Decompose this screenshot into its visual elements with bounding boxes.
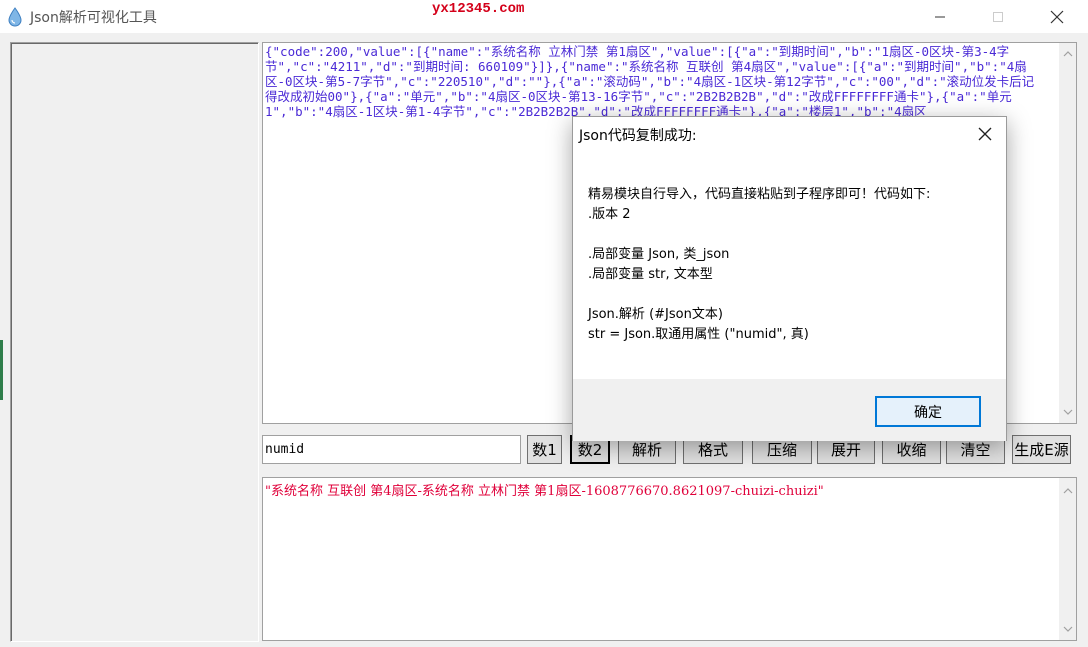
scroll-down-icon[interactable]	[1059, 620, 1076, 638]
dialog-message: 精易模块自行导入，代码直接粘贴到子程序即可！代码如下: .版本 2 .局部变量 …	[588, 185, 998, 345]
dialog-title: Json代码复制成功:	[579, 128, 697, 144]
minimize-icon	[935, 16, 945, 17]
close-button[interactable]	[1034, 0, 1080, 33]
maximize-button[interactable]	[975, 0, 1021, 33]
left-edge-accent	[0, 340, 3, 400]
dialog-line: .版本 2	[588, 207, 631, 222]
num1-button[interactable]: 数1	[527, 435, 562, 464]
result-text-area[interactable]: "系统名称 互联创 第4扇区-系统名称 立林门禁 第1扇区-1608776670…	[262, 477, 1077, 641]
water-drop-icon	[8, 7, 22, 27]
generate-source-button[interactable]: 生成E源	[1012, 435, 1071, 464]
maximize-icon	[993, 11, 1003, 22]
dialog-line: str = Json.取通用属性 ("numid", 真)	[588, 327, 809, 342]
close-icon	[978, 127, 992, 141]
scroll-up-icon[interactable]	[1059, 45, 1076, 63]
window-title: Json解析可视化工具	[30, 10, 157, 26]
dialog-line: Json.解析 (#Json文本)	[588, 307, 723, 322]
result-text-content: "系统名称 互联创 第4扇区-系统名称 立林门禁 第1扇区-1608776670…	[265, 484, 824, 499]
scroll-down-icon[interactable]	[1059, 403, 1076, 421]
dialog-line	[588, 285, 998, 305]
dialog-line: .局部变量 str, 文本型	[588, 267, 713, 282]
watermark: yx12345.com	[432, 1, 525, 17]
copy-success-dialog: Json代码复制成功: 精易模块自行导入，代码直接粘贴到子程序即可！代码如下: …	[572, 116, 1007, 441]
json-text-content: {"code":200,"value":[{"name":"系统名称 立林门禁 …	[265, 44, 1035, 119]
dialog-footer: 确定	[573, 379, 1006, 441]
dialog-line	[588, 225, 998, 245]
ok-button[interactable]: 确定	[875, 396, 981, 427]
key-name-input[interactable]: numid	[262, 435, 521, 464]
result-vertical-scrollbar[interactable]	[1059, 478, 1076, 640]
json-tree-panel[interactable]	[10, 42, 259, 642]
minimize-button[interactable]	[917, 0, 963, 33]
title-bar: Json解析可视化工具 yx12345.com	[0, 0, 1088, 33]
scroll-up-icon[interactable]	[1059, 482, 1076, 500]
close-icon	[1050, 10, 1064, 23]
dialog-line: 精易模块自行导入，代码直接粘贴到子程序即可！代码如下:	[588, 187, 931, 202]
dialog-line: .局部变量 Json, 类_json	[588, 247, 730, 262]
json-vertical-scrollbar[interactable]	[1059, 43, 1076, 423]
dialog-close-button[interactable]	[974, 123, 996, 145]
